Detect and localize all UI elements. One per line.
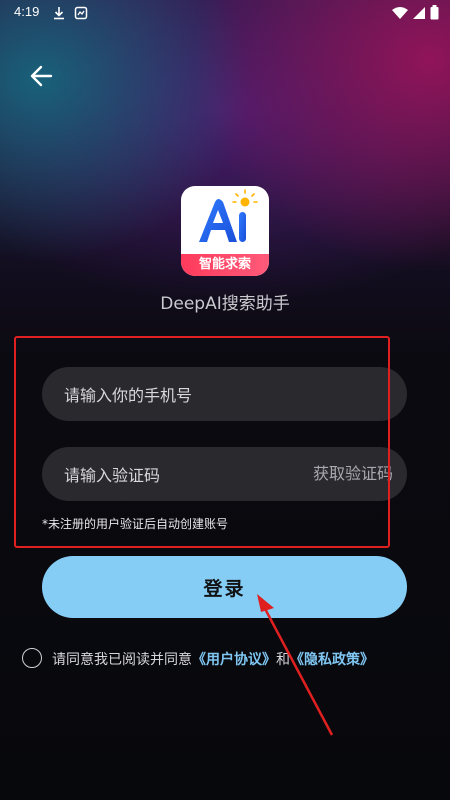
agree-checkbox[interactable] — [22, 648, 42, 668]
privacy-policy-link[interactable]: 《隐私政策》 — [290, 652, 374, 668]
app-logo: 智能求索 — [181, 186, 269, 276]
ai-logo-mark — [199, 189, 258, 242]
agreement-and: 和 — [276, 652, 290, 668]
annotation-highlight-box — [14, 336, 390, 548]
download-icon — [52, 5, 66, 24]
battery-icon — [430, 5, 439, 24]
signal-icon — [412, 5, 426, 24]
agreement-prefix: 请同意我已阅读并同意 — [52, 652, 192, 668]
status-time: 4:19 — [14, 4, 40, 19]
wifi-icon — [392, 5, 408, 24]
back-button[interactable] — [24, 58, 60, 94]
arrow-left-icon — [30, 65, 53, 87]
notification-icon — [74, 5, 88, 24]
user-agreement-link[interactable]: 《用户协议》 — [192, 652, 276, 668]
login-button[interactable]: 登录 — [42, 556, 407, 618]
logo-banner-text: 智能求索 — [181, 254, 269, 276]
app-name: DeepAI搜索助手 — [160, 294, 290, 314]
agreement-text: 请同意我已阅读并同意《用户协议》和《隐私政策》 — [52, 649, 374, 669]
status-bar: 4:19 — [0, 0, 450, 26]
